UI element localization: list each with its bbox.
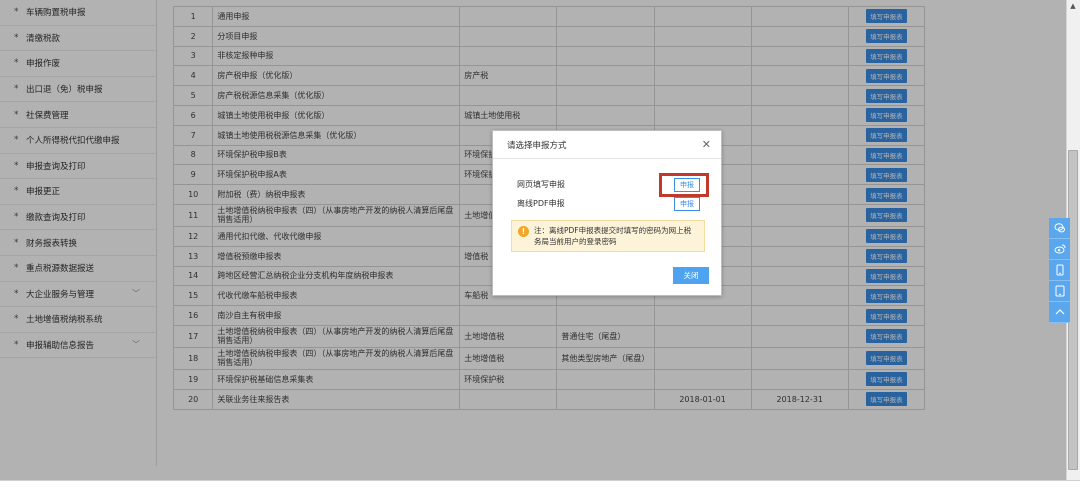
weibo-icon[interactable] [1049,239,1070,260]
scroll-up-arrow[interactable]: ▲ [1067,2,1079,12]
dialog-header: 请选择申报方式 ✕ [493,131,721,159]
warning-icon: ! [518,226,529,237]
pdf-declaration-label: 离线PDF申报 [517,199,565,208]
bottom-strip [0,480,1080,497]
declaration-method-dialog: 请选择申报方式 ✕ 网页填写申报 申报 离线PDF申报 申报 ! 注：离线PDF… [492,130,722,296]
floating-toolbar [1049,218,1070,323]
close-button[interactable]: 关闭 [673,267,709,284]
mobile-icon[interactable] [1049,260,1070,281]
dialog-title: 请选择申报方式 [507,140,567,151]
pdf-password-notice: ! 注：离线PDF申报表提交时填写的密码为网上税务局当前用户的登录密码 [511,220,705,252]
back-to-top-icon[interactable] [1049,302,1070,323]
chat-icon[interactable] [1049,218,1070,239]
notice-text: 注：离线PDF申报表提交时填写的密码为网上税务局当前用户的登录密码 [534,226,692,246]
tablet-icon[interactable] [1049,281,1070,302]
highlight-box [659,173,709,197]
web-declaration-label: 网页填写申报 [517,180,565,189]
close-icon[interactable]: ✕ [702,138,711,151]
pdf-declaration-button[interactable]: 申报 [674,197,700,211]
